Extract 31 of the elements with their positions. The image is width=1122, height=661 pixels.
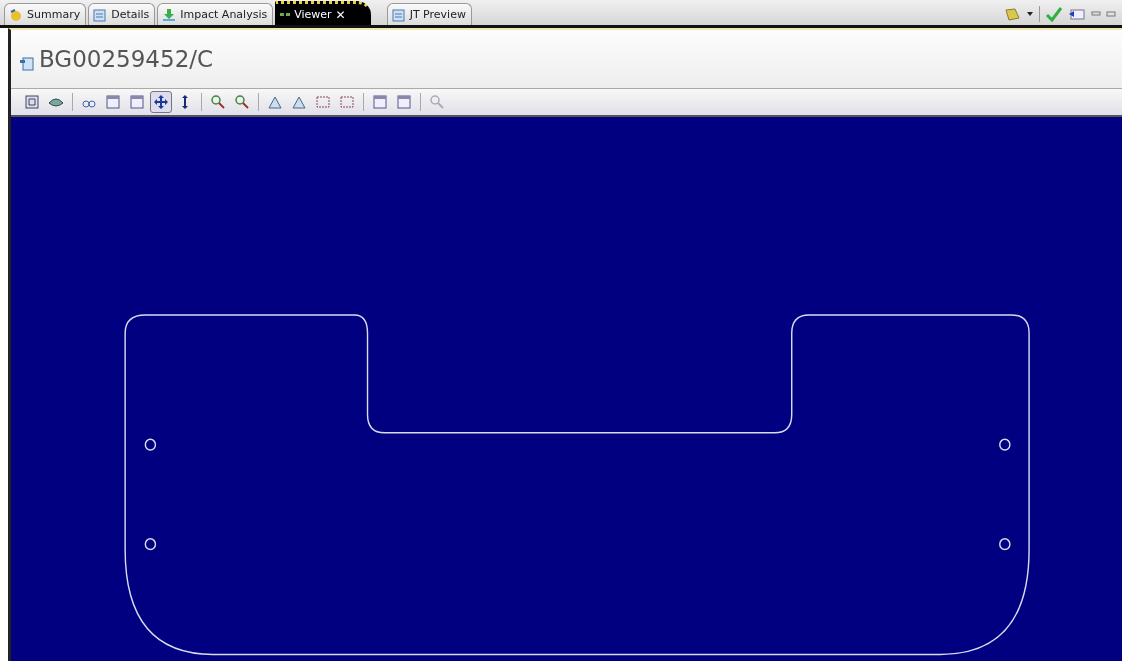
document-icon (93, 7, 108, 22)
window-icon (129, 94, 145, 110)
caret-icon[interactable] (1026, 11, 1034, 17)
editor-tab[interactable]: Impact Analysis (157, 3, 274, 25)
magnifier-icon (210, 94, 226, 110)
editor-tab[interactable]: Viewer ✕ (275, 1, 371, 25)
frame-icon (315, 94, 331, 110)
grid-icon (24, 94, 40, 110)
triangle-icon (267, 94, 283, 110)
window-icon (372, 94, 388, 110)
magnifier-icon (429, 94, 445, 110)
part-icon (19, 55, 35, 71)
editor-tab[interactable]: Details (88, 3, 156, 25)
editor-tab[interactable]: Summary (4, 3, 87, 25)
magnifier-icon (234, 94, 250, 110)
sun-icon (9, 7, 23, 22)
window-icon (396, 94, 412, 110)
triangle-icon (291, 94, 307, 110)
dots-icon (280, 13, 291, 16)
toolbar-button[interactable] (150, 91, 172, 113)
minimize-icon[interactable] (1091, 10, 1101, 18)
document-icon (391, 7, 406, 22)
maximize-icon[interactable] (1106, 10, 1116, 18)
close-icon[interactable]: ✕ (335, 7, 346, 22)
check-icon[interactable] (1045, 6, 1063, 22)
frame-icon (339, 94, 355, 110)
download-icon (162, 7, 177, 22)
editor-tab[interactable]: JT Preview (386, 3, 472, 25)
window-icon (105, 94, 121, 110)
move-icon (153, 94, 169, 110)
item-title: BG00259452/C (39, 46, 214, 72)
